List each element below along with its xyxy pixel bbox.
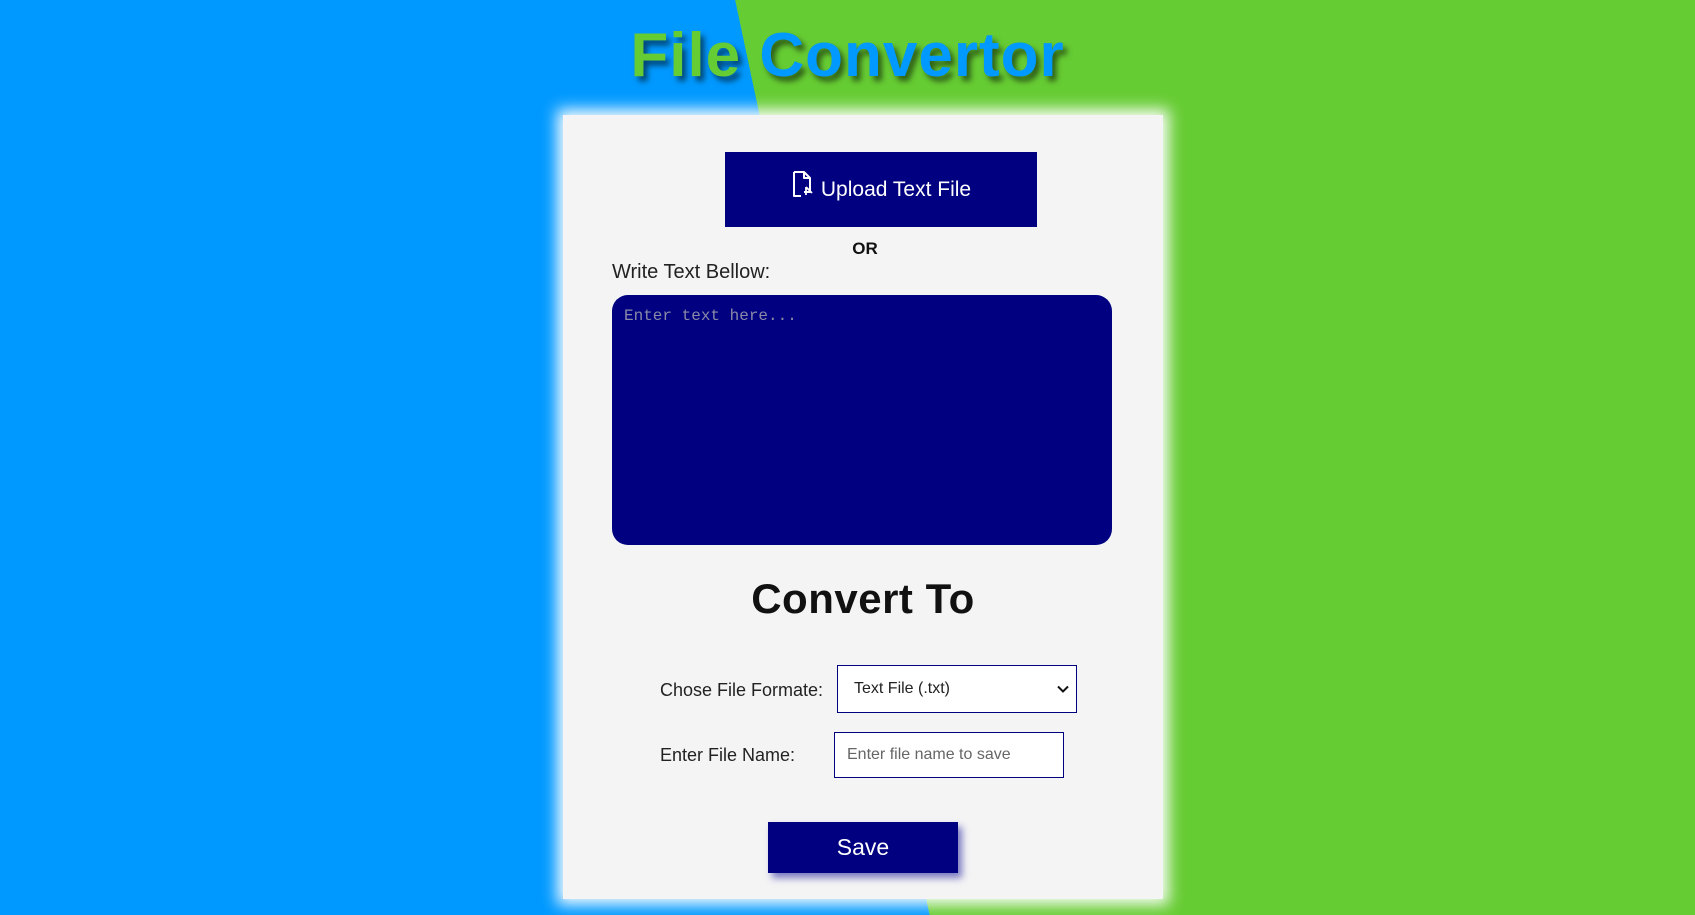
file-name-input[interactable] <box>834 732 1064 778</box>
converter-card: Upload Text File OR Write Text Bellow: C… <box>563 115 1163 899</box>
app-title-word-file: File <box>630 21 742 90</box>
text-editor-textarea[interactable] <box>612 295 1112 545</box>
file-name-label: Enter File Name: <box>660 745 796 765</box>
file-format-select[interactable]: Text File (.txt) <box>837 665 1077 713</box>
app-title-word-convertor: Convertor <box>759 21 1065 90</box>
file-upload-icon <box>791 170 815 200</box>
file-format-selected-value: Text File (.txt) <box>854 680 951 697</box>
file-format-label: Chose File Formate: <box>660 680 824 700</box>
chevron-down-icon <box>1056 682 1070 696</box>
app-title: File Convertor <box>0 16 1695 96</box>
text-editor-label: Write Text Bellow: <box>612 261 771 283</box>
upload-text-file-button[interactable]: Upload Text File <box>725 152 1037 227</box>
save-button[interactable]: Save <box>768 822 958 873</box>
or-divider-text: OR <box>852 239 878 258</box>
upload-button-label: Upload Text File <box>820 177 972 201</box>
convert-to-heading: Convert To <box>751 575 975 622</box>
